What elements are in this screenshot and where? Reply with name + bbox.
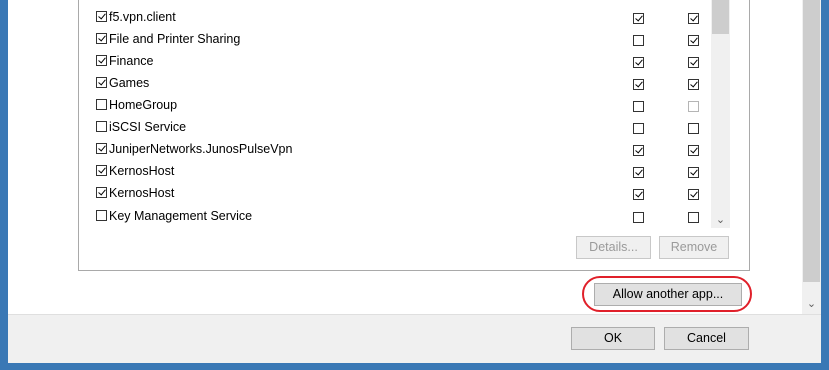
private-network-checkbox[interactable]	[633, 167, 644, 178]
app-enabled-checkbox[interactable]	[96, 187, 107, 198]
private-network-checkbox[interactable]	[633, 13, 644, 24]
public-network-checkbox[interactable]	[688, 57, 699, 68]
chevron-down-icon[interactable]: ⌄	[711, 213, 730, 226]
app-name[interactable]: KernosHost	[96, 186, 174, 200]
app-enabled-checkbox[interactable]	[96, 143, 107, 154]
list-item[interactable]: Key Management Service	[79, 206, 719, 228]
app-enabled-checkbox[interactable]	[96, 55, 107, 66]
app-name-label: KernosHost	[109, 164, 175, 178]
app-name-label: KernosHost	[109, 186, 175, 200]
app-enabled-checkbox[interactable]	[96, 165, 107, 176]
dialog-footer: OK Cancel	[8, 314, 821, 363]
private-network-checkbox[interactable]	[633, 101, 644, 112]
private-network-checkbox[interactable]	[633, 79, 644, 90]
private-network-checkbox[interactable]	[633, 57, 644, 68]
app-name[interactable]: KernosHost	[96, 164, 174, 178]
chevron-down-icon[interactable]: ⌄	[802, 297, 821, 310]
window-scrollbar[interactable]: ⌄	[802, 0, 821, 314]
public-network-checkbox[interactable]	[688, 123, 699, 134]
allowed-apps-list: f5.vpn.client File and Printer Sharing Fin…	[78, 0, 750, 271]
list-item[interactable]: KernosHost	[79, 183, 719, 205]
highlight-circle	[582, 276, 752, 312]
app-name-label: f5.vpn.client	[109, 10, 176, 24]
details-button[interactable]: Details...	[576, 236, 651, 259]
app-name[interactable]: iSCSI Service	[96, 120, 186, 134]
private-network-checkbox[interactable]	[633, 212, 644, 223]
app-name[interactable]: Games	[96, 76, 149, 90]
private-network-checkbox[interactable]	[633, 123, 644, 134]
list-item[interactable]: Games	[79, 73, 719, 95]
list-item[interactable]: HomeGroup	[79, 95, 719, 117]
app-name-label: JuniperNetworks.JunosPulseVpn	[109, 142, 293, 156]
remove-button[interactable]: Remove	[659, 236, 729, 259]
private-network-checkbox[interactable]	[633, 35, 644, 46]
list-item[interactable]: f5.vpn.client	[79, 7, 719, 29]
app-name[interactable]: HomeGroup	[96, 98, 177, 112]
private-network-checkbox[interactable]	[633, 189, 644, 200]
app-name[interactable]: JuniperNetworks.JunosPulseVpn	[96, 142, 292, 156]
list-item[interactable]: JuniperNetworks.JunosPulseVpn	[79, 139, 719, 161]
private-network-checkbox[interactable]	[633, 145, 644, 156]
window-scrollbar-thumb[interactable]	[803, 0, 820, 282]
app-name[interactable]: f5.vpn.client	[96, 10, 176, 24]
app-name-label: Finance	[109, 54, 154, 68]
list-scrollbar[interactable]: ⌄	[711, 0, 730, 228]
cancel-button[interactable]: Cancel	[664, 327, 749, 350]
public-network-checkbox[interactable]	[688, 189, 699, 200]
app-name[interactable]: Key Management Service	[96, 209, 252, 223]
app-enabled-checkbox[interactable]	[96, 99, 107, 110]
list-item[interactable]: KernosHost	[79, 161, 719, 183]
app-enabled-checkbox[interactable]	[96, 210, 107, 221]
list-scrollbar-thumb[interactable]	[712, 0, 729, 34]
public-network-checkbox[interactable]	[688, 79, 699, 90]
public-network-checkbox[interactable]	[688, 167, 699, 178]
public-network-checkbox[interactable]	[688, 212, 699, 223]
public-network-checkbox[interactable]	[688, 101, 699, 112]
app-name-label: iSCSI Service	[109, 120, 187, 134]
app-name-label: HomeGroup	[109, 98, 178, 112]
list-item[interactable]: File and Printer Sharing	[79, 29, 719, 51]
public-network-checkbox[interactable]	[688, 35, 699, 46]
app-name[interactable]: File and Printer Sharing	[96, 32, 240, 46]
app-enabled-checkbox[interactable]	[96, 77, 107, 88]
app-enabled-checkbox[interactable]	[96, 33, 107, 44]
app-name-label: File and Printer Sharing	[109, 32, 241, 46]
app-name-label: Games	[109, 76, 150, 90]
ok-button[interactable]: OK	[571, 327, 655, 350]
list-item[interactable]: Finance	[79, 51, 719, 73]
list-item[interactable]: iSCSI Service	[79, 117, 719, 139]
firewall-allowed-apps-window: f5.vpn.client File and Printer Sharing Fin…	[8, 0, 821, 363]
app-name[interactable]: Finance	[96, 54, 153, 68]
public-network-checkbox[interactable]	[688, 145, 699, 156]
public-network-checkbox[interactable]	[688, 13, 699, 24]
app-name-label: Key Management Service	[109, 209, 253, 223]
app-enabled-checkbox[interactable]	[96, 121, 107, 132]
app-enabled-checkbox[interactable]	[96, 11, 107, 22]
